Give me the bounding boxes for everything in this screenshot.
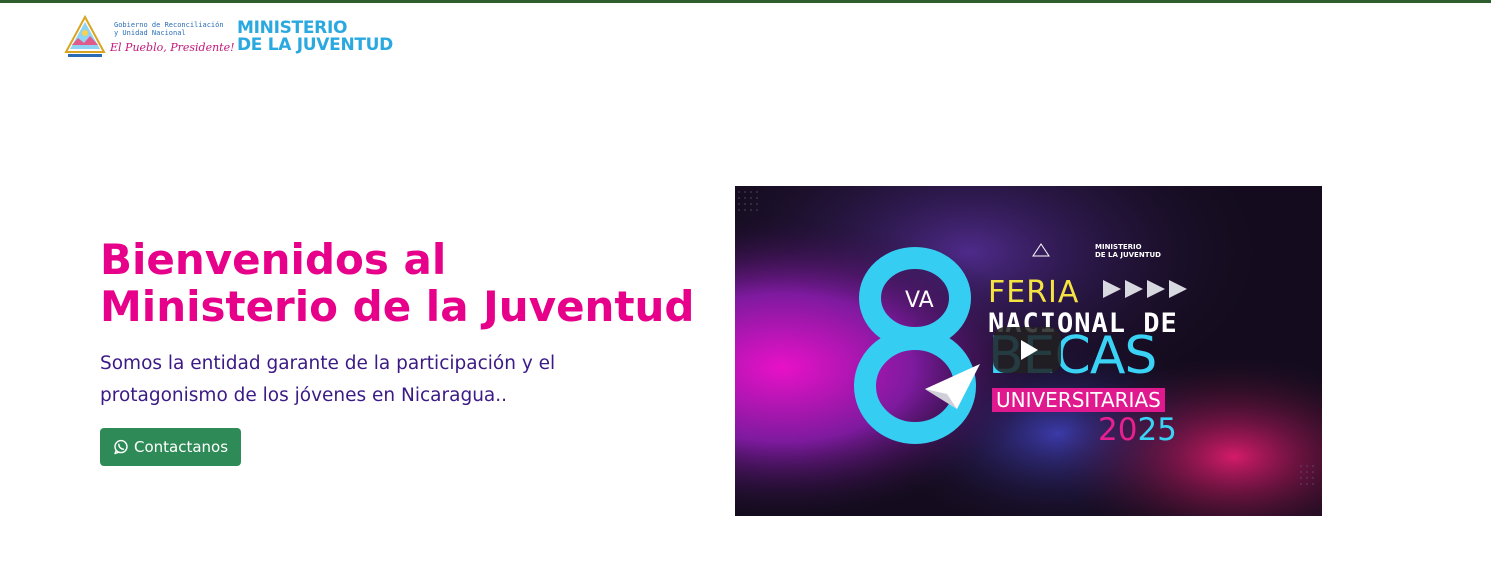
video-player[interactable]: MINISTERIO DE LA JUVENTUD VA FERIA NACIO… — [735, 186, 1322, 516]
video-year-text: 2025 — [1098, 412, 1177, 448]
video-play-button[interactable] — [993, 327, 1061, 373]
video-ordinal-text: VA — [905, 288, 934, 313]
hero-title: Bienvenidos al Ministerio de la Juventud — [100, 236, 710, 330]
whatsapp-icon — [114, 439, 128, 455]
site-logo[interactable]: Gobierno de Reconciliación y Unidad Naci… — [62, 14, 422, 62]
contact-button-label: Contactanos — [134, 438, 229, 456]
slogan: El Pueblo, Presidente! — [110, 41, 235, 54]
video-year-part-1: 20 — [1098, 412, 1138, 448]
play-icon — [1020, 340, 1038, 360]
video-ministry-line-2: DE LA JUVENTUD — [1095, 251, 1161, 259]
hero-description: Somos la entidad garante de la participa… — [100, 353, 556, 406]
video-feria-text: FERIA — [988, 275, 1080, 310]
nicaragua-emblem-icon — [64, 14, 106, 57]
hero-title-line-1: Bienvenidos al — [100, 235, 447, 284]
hero-title-line-2: Ministerio de la Juventud — [100, 282, 695, 331]
video-ministry-logo: MINISTERIO DE LA JUVENTUD — [1095, 243, 1161, 259]
ministry-name-line-2: DE LA JUVENTUD — [237, 35, 393, 55]
government-line-1: Gobierno de Reconciliación — [114, 21, 224, 29]
video-ministry-line-1: MINISTERIO — [1095, 243, 1142, 251]
government-line-2: y Unidad Nacional — [114, 29, 186, 37]
contact-whatsapp-button[interactable]: Contactanos — [100, 428, 242, 466]
video-year-part-2: 25 — [1137, 412, 1177, 448]
ministry-name: MINISTERIO DE LA JUVENTUD — [237, 20, 393, 54]
video-universitarias-text: UNIVERSITARIAS — [992, 388, 1165, 412]
top-accent-bar — [0, 0, 1491, 3]
